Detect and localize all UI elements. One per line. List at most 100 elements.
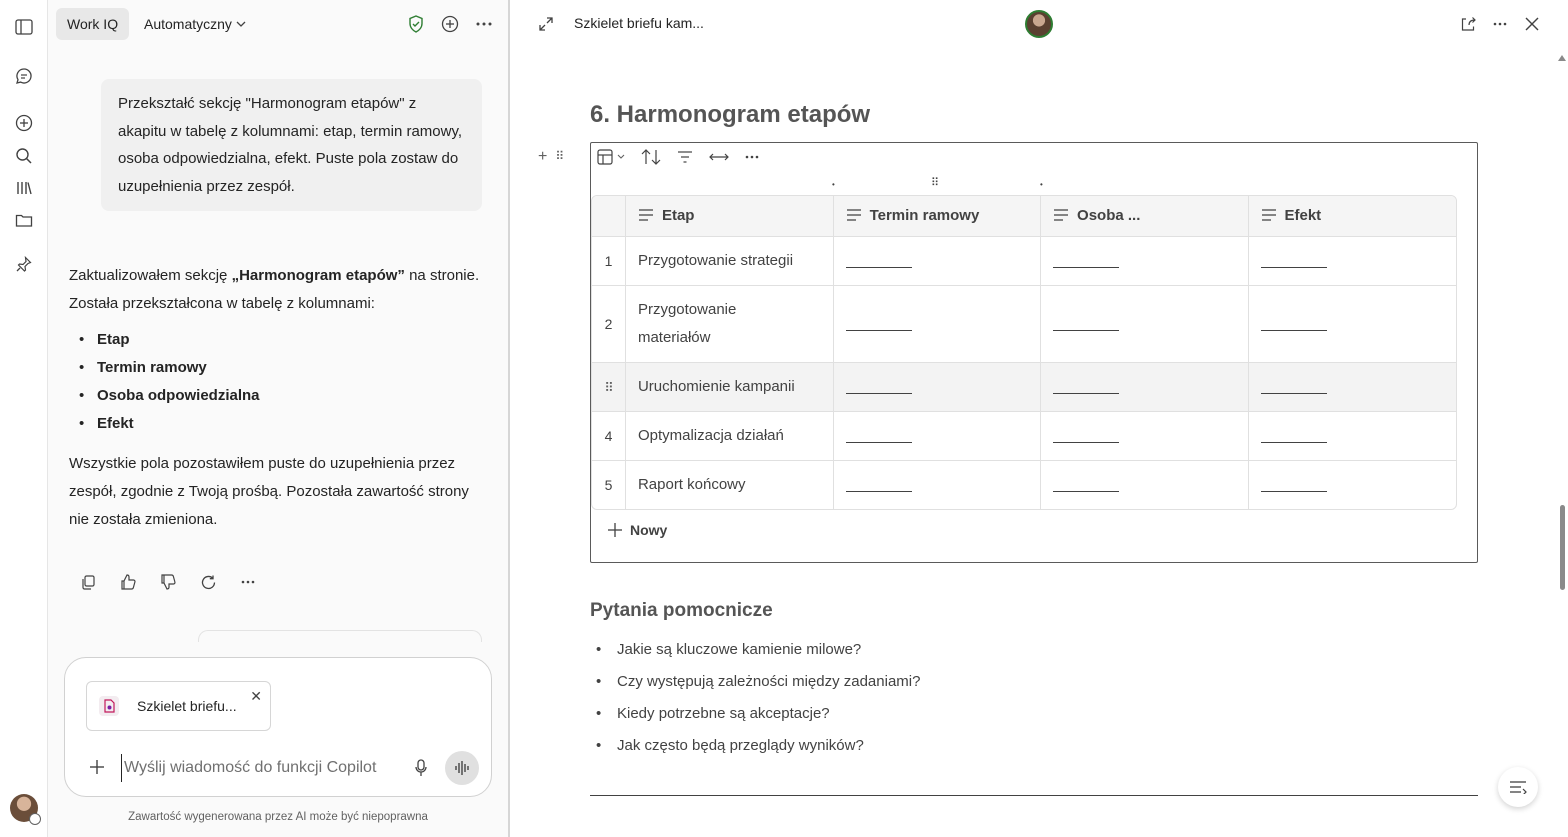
intro-bold-text: „Harmonogram etapów” — [231, 267, 405, 284]
attachment-chip[interactable]: Szkielet briefu... ✕ — [86, 681, 271, 731]
cell-text-line: materiałów — [637, 329, 711, 346]
drag-handle-icon[interactable]: ⠿ — [555, 148, 564, 166]
column-list: Etap Termin ramowy Osoba odpowiedzialna … — [69, 326, 489, 438]
column-width-icon[interactable] — [709, 146, 729, 168]
cell-efekt[interactable] — [1248, 286, 1456, 363]
folder-icon[interactable] — [12, 208, 36, 232]
row-number: 1 — [592, 237, 626, 286]
column-header-etap[interactable]: Etap — [625, 196, 834, 237]
new-chat-icon[interactable] — [12, 111, 36, 135]
shield-check-icon[interactable] — [404, 12, 428, 36]
blank-field — [1053, 254, 1120, 269]
copy-icon[interactable] — [76, 570, 100, 594]
message-input[interactable] — [121, 754, 401, 782]
add-content-icon[interactable] — [86, 756, 108, 778]
new-chat-plus-icon[interactable] — [438, 12, 462, 36]
left-rail — [0, 0, 48, 837]
cell-termin[interactable] — [833, 412, 1042, 461]
table-layout-icon[interactable] — [597, 146, 625, 168]
scroll-up-arrow-icon[interactable] — [1558, 48, 1566, 61]
cell-osoba[interactable] — [1041, 412, 1249, 461]
row-number-header — [592, 196, 626, 237]
cell-termin[interactable] — [834, 461, 1042, 509]
text-column-icon — [638, 208, 654, 225]
column-header-termin[interactable]: Termin ramowy — [833, 196, 1042, 237]
blank-field — [1053, 380, 1120, 395]
thumbs-down-icon[interactable] — [156, 570, 180, 594]
regenerate-icon[interactable] — [196, 570, 220, 594]
cell-termin[interactable] — [833, 237, 1042, 286]
close-icon[interactable] — [1520, 12, 1544, 36]
blank-field — [1053, 317, 1120, 332]
sidebar-toggle-icon[interactable] — [12, 15, 36, 39]
cell-osoba[interactable] — [1041, 363, 1249, 412]
add-block-icon[interactable]: + — [538, 148, 547, 166]
cell-osoba[interactable] — [1041, 461, 1249, 509]
column-header-osoba[interactable]: Osoba ... — [1041, 196, 1249, 237]
page-title: Szkielet briefu kam... — [574, 15, 704, 31]
thumbs-up-icon[interactable] — [116, 570, 140, 594]
page-menu-fab[interactable] — [1498, 767, 1538, 807]
scrollbar-thumb[interactable] — [1560, 505, 1565, 590]
blank-field — [845, 317, 912, 332]
expand-icon[interactable] — [534, 12, 558, 36]
blank-field — [1260, 429, 1327, 444]
search-icon[interactable] — [12, 144, 36, 168]
intro-text: Zaktualizowałem sekcję — [69, 267, 232, 284]
blank-field — [1053, 478, 1120, 493]
table-row[interactable]: 5 Raport końcowy — [592, 461, 1456, 509]
more-options-icon[interactable] — [472, 12, 496, 36]
list-item: Kiedy potrzebne są akceptacje? — [590, 698, 920, 730]
cell-osoba[interactable] — [1041, 237, 1249, 286]
help-questions-list: Jakie są kluczowe kamienie milowe? Czy w… — [590, 634, 920, 762]
table-more-icon[interactable] — [745, 146, 759, 168]
microphone-icon[interactable] — [409, 756, 433, 780]
sort-icon[interactable] — [641, 146, 661, 168]
library-icon[interactable] — [12, 176, 36, 200]
pin-icon[interactable] — [12, 252, 36, 276]
cell-etap[interactable]: Uruchomienie kampanii — [625, 363, 834, 412]
text-column-icon — [1053, 208, 1069, 225]
add-row-button[interactable]: Nowy — [608, 522, 667, 538]
suggestion-card-edge — [198, 630, 482, 642]
work-iq-button[interactable]: Work IQ — [56, 8, 130, 40]
cell-termin[interactable] — [833, 363, 1042, 412]
blank-field — [1260, 478, 1327, 493]
page-more-icon[interactable] — [1488, 12, 1512, 36]
list-item: Czy występują zależności między zadaniam… — [590, 666, 920, 698]
table-row[interactable]: 1 Przygotowanie strategii — [592, 237, 1456, 286]
blank-field — [1260, 380, 1327, 395]
remove-attachment-icon[interactable]: ✕ — [250, 688, 262, 705]
row-drag-handle-icon[interactable]: ⠿ — [592, 363, 626, 412]
cell-termin[interactable] — [833, 286, 1042, 363]
cell-etap[interactable]: Optymalizacja działań — [625, 412, 834, 461]
cell-etap[interactable]: Raport końcowy — [626, 461, 834, 509]
list-item: Jak często będą przeglądy wyników? — [590, 730, 920, 762]
cell-efekt[interactable] — [1248, 412, 1456, 461]
row-number: 2 — [592, 286, 626, 363]
list-item: Etap — [69, 326, 489, 354]
cell-efekt[interactable] — [1249, 461, 1457, 509]
blank-field — [1260, 317, 1327, 332]
table-row[interactable]: 2 Przygotowanie materiałów — [592, 286, 1456, 363]
user-avatar[interactable] — [10, 794, 41, 825]
mode-dropdown[interactable]: Automatyczny — [144, 8, 246, 40]
column-resize-dot[interactable]: • — [1040, 180, 1043, 189]
column-resize-dot[interactable]: • — [832, 180, 835, 189]
table-row-hovered[interactable]: ⠿ Uruchomienie kampanii — [592, 363, 1456, 412]
table-row[interactable]: 4 Optymalizacja działań — [592, 412, 1456, 461]
share-icon[interactable] — [1456, 12, 1480, 36]
collaborator-avatar[interactable] — [1025, 10, 1053, 38]
column-drag-handle-icon[interactable]: ⠿ — [931, 176, 939, 189]
cell-etap[interactable]: Przygotowanie materiałów — [625, 286, 834, 363]
voice-mode-icon[interactable] — [445, 751, 479, 785]
filter-icon[interactable] — [677, 146, 693, 168]
blank-field — [1260, 254, 1327, 269]
cell-efekt[interactable] — [1248, 363, 1456, 412]
more-actions-icon[interactable] — [236, 570, 260, 594]
cell-osoba[interactable] — [1041, 286, 1249, 363]
chat-icon[interactable] — [12, 64, 36, 88]
cell-etap[interactable]: Przygotowanie strategii — [625, 237, 834, 286]
column-header-efekt[interactable]: Efekt — [1248, 196, 1456, 237]
cell-efekt[interactable] — [1248, 237, 1456, 286]
